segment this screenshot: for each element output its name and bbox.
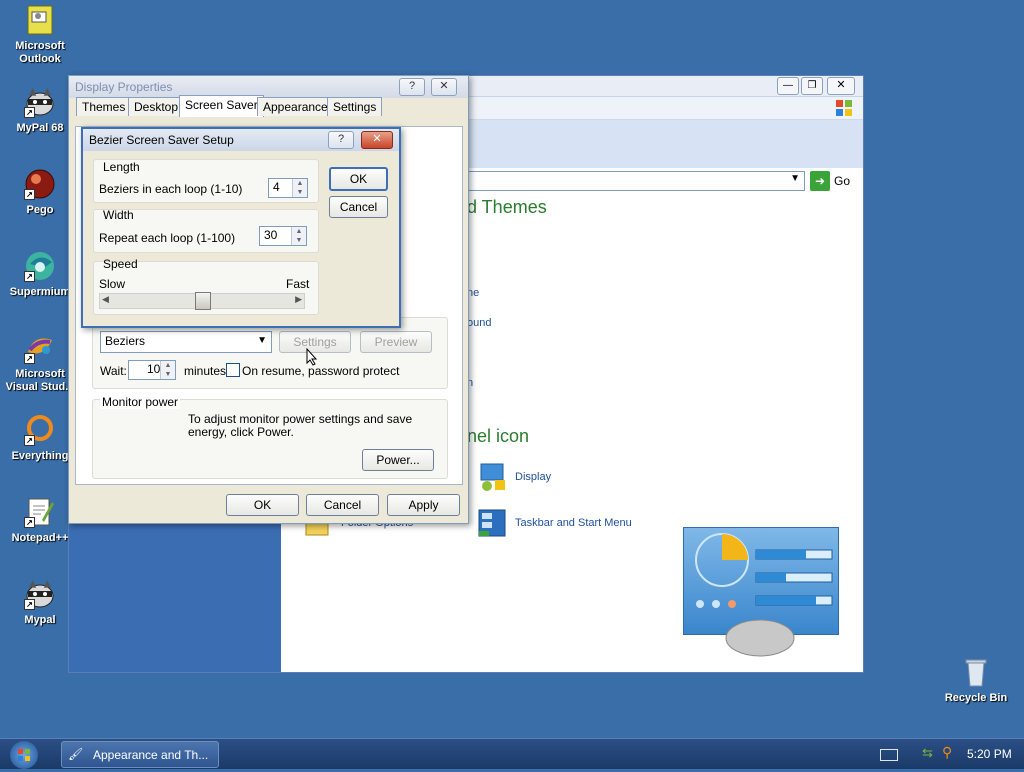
spin-arrows-icon[interactable]: ▲ ▼ (160, 361, 175, 379)
control-panel-icon-heading: nel icon (467, 426, 530, 446)
repeat-value: 30 (264, 228, 278, 242)
password-protect-checkbox[interactable] (226, 363, 240, 377)
ok-button[interactable]: OK (329, 167, 388, 191)
taskbar-window-button[interactable]: 🖌 Appearance and Th... (61, 741, 219, 768)
chevron-down-icon: ▼ (257, 335, 267, 346)
recycle-bin-icon (960, 656, 992, 688)
pego-icon: ↗ (24, 168, 56, 200)
taskbar: 🖌 Appearance and Th... ⇆ ⚲ 5:20 PM (0, 738, 1024, 769)
screensaver-select-value: Beziers (105, 334, 146, 348)
windows-flag-icon (835, 99, 853, 117)
spin-arrows-icon[interactable]: ▲ ▼ (291, 227, 306, 245)
desktop-icon-outlook[interactable]: Microsoft Outlook (0, 4, 80, 66)
wait-minutes-stepper[interactable]: 10 ▲ ▼ (128, 360, 176, 380)
beziers-value: 4 (273, 180, 280, 194)
clock[interactable]: 5:20 PM (967, 747, 1012, 761)
slow-label: Slow (99, 277, 126, 291)
desktop-icon-label: Recycle Bin (944, 692, 1008, 704)
spin-arrows-icon[interactable]: ▲ ▼ (292, 179, 307, 197)
everything-icon: ↗ (24, 414, 56, 446)
apply-button[interactable]: Apply (387, 494, 460, 516)
task-link-2[interactable]: ound (467, 317, 491, 329)
taskbar-start-menu-icon[interactable] (477, 508, 507, 538)
minutes-label: minutes (184, 364, 227, 378)
mouse-cursor-icon (306, 347, 318, 366)
monitor-power-text: To adjust monitor power settings and sav… (188, 412, 413, 439)
raccoon-icon: ↗ (24, 86, 56, 118)
category-heading: d Themes (467, 197, 547, 217)
search-icon[interactable]: ⚲ (942, 744, 952, 761)
screensaver-select[interactable]: Beziers ▼ (100, 331, 272, 353)
network-icon[interactable]: ⇆ (922, 745, 933, 761)
close-button[interactable]: ✕ (827, 77, 855, 95)
password-protect-label: On resume, password protect (242, 364, 400, 378)
close-button[interactable]: ✕ (431, 78, 457, 96)
fast-label: Fast (286, 277, 310, 291)
cancel-button[interactable]: Cancel (306, 494, 379, 516)
display-illustration (683, 527, 839, 657)
tab-settings[interactable]: Settings (327, 97, 383, 116)
taskbar-start-menu-link[interactable]: Taskbar and Start Menu (515, 517, 632, 529)
go-button-label[interactable]: Go (834, 174, 850, 188)
arrow-right-icon[interactable]: ▶ (295, 294, 302, 305)
tab-screen-saver[interactable]: Screen Saver (179, 95, 264, 117)
minimize-button[interactable]: — (777, 77, 799, 95)
go-arrow-icon[interactable]: ➜ (810, 171, 830, 191)
power-button[interactable]: Power... (362, 449, 434, 471)
visual-studio-icon: ↗ (24, 332, 56, 364)
desktop-icon-label: Microsoft Outlook (15, 40, 65, 65)
arrow-left-icon[interactable]: ◀ (102, 294, 109, 305)
display-icon[interactable] (477, 462, 507, 492)
beziers-label: Beziers in each loop (1-10) (99, 182, 243, 196)
start-button[interactable] (10, 741, 38, 769)
keyboard-icon[interactable] (880, 749, 898, 761)
width-group-label: Width (103, 208, 134, 222)
tab-appearance[interactable]: Appearance (257, 97, 334, 116)
tab-themes[interactable]: Themes (76, 97, 132, 116)
preview-button[interactable]: Preview (360, 331, 432, 353)
windows-logo-icon (18, 749, 30, 761)
speed-slider-thumb[interactable] (195, 292, 211, 310)
wait-value: 10 (147, 362, 161, 376)
length-group-label: Length (103, 160, 140, 174)
cancel-button[interactable]: Cancel (329, 196, 388, 218)
display-link[interactable]: Display (515, 471, 551, 483)
desktop-icon-recycle-bin[interactable]: Recycle Bin (936, 656, 1016, 705)
repeat-stepper[interactable]: 30 ▲ ▼ (259, 226, 307, 246)
chevron-down-icon[interactable]: ▼ (790, 173, 800, 184)
ok-button[interactable]: OK (226, 494, 299, 516)
taskbar-window-label: Appearance and Th... (93, 748, 209, 762)
wait-label: Wait: (100, 364, 127, 378)
repeat-label: Repeat each loop (1-100) (99, 231, 236, 245)
restore-button[interactable]: ❐ (801, 77, 823, 95)
supermium-icon: ↗ (24, 250, 56, 282)
help-button[interactable]: ? (328, 131, 354, 149)
tab-desktop[interactable]: Desktop (128, 97, 185, 116)
bezier-setup-dialog[interactable]: Bezier Screen Saver Setup ? ✕ Length Bez… (81, 127, 401, 328)
beziers-stepper[interactable]: 4 ▲ ▼ (268, 178, 308, 198)
outlook-icon (24, 4, 56, 36)
speed-group-label: Speed (103, 257, 138, 271)
help-button[interactable]: ? (399, 78, 425, 96)
close-button[interactable]: ✕ (361, 131, 393, 149)
speed-slider[interactable]: ◀ ▶ (99, 292, 305, 310)
raccoon-icon: ↗ (24, 578, 56, 610)
window-app-icon: 🖌 (68, 747, 84, 761)
notepadpp-icon: ↗ (24, 496, 56, 528)
monitor-power-label: Monitor power (100, 395, 181, 409)
